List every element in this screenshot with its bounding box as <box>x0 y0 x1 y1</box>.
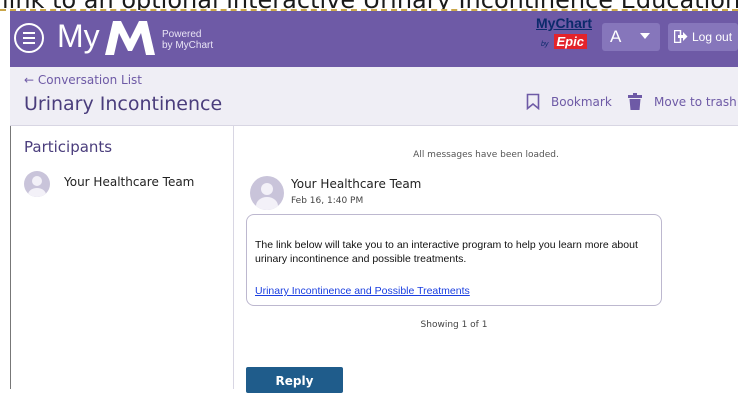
mychart-logo-text: MyChart <box>536 15 593 31</box>
page-title: Urinary Incontinence <box>24 93 223 115</box>
trash-icon <box>628 93 642 110</box>
user-initial: A <box>610 27 622 46</box>
mychart-by-text: by <box>541 41 549 48</box>
participant-name: Your Healthcare Team <box>64 175 195 189</box>
epic-logo-text: Epic <box>553 34 587 49</box>
logout-button[interactable]: Log out <box>668 23 738 51</box>
message-sender: Your Healthcare Team <box>291 177 422 191</box>
account-menu-button[interactable]: A <box>602 23 660 51</box>
conversation-list-link[interactable]: ← Conversation List <box>24 73 142 87</box>
participants-heading: Participants <box>24 138 113 156</box>
showing-count: Showing 1 of 1 <box>420 320 488 330</box>
trash-label: Move to trash <box>654 95 737 109</box>
conversation-subheader: ← Conversation List Urinary Incontinence… <box>10 67 738 126</box>
message-timestamp: Feb 16, 1:40 PM <box>291 196 364 206</box>
reply-button[interactable]: Reply <box>246 367 343 393</box>
person-avatar-icon <box>250 176 284 210</box>
chevron-down-icon <box>640 33 650 39</box>
app-header: My Powered by MyChart MyChart by Epic A … <box>10 11 738 67</box>
education-program-link[interactable]: Urinary Incontinence and Possible Treatm… <box>255 285 470 297</box>
participants-panel: Participants Your Healthcare Team <box>11 126 234 389</box>
bookmark-label: Bookmark <box>551 95 612 109</box>
person-avatar-icon <box>24 171 50 197</box>
message-bubble: The link below will take you to an inter… <box>246 214 662 306</box>
powered-by-label: Powered by MyChart <box>162 29 214 51</box>
bookmark-icon <box>526 93 540 110</box>
hamburger-menu-icon[interactable] <box>14 23 44 53</box>
northwestern-logo <box>105 21 155 55</box>
message-body: The link below will take you to an inter… <box>255 239 638 265</box>
brand-my-text: My <box>57 18 100 54</box>
all-loaded-note: All messages have been loaded. <box>413 150 559 160</box>
mychart-epic-logo: MyChart by Epic <box>536 15 592 59</box>
logout-arrow-icon <box>674 30 688 43</box>
logout-label: Log out <box>692 30 733 44</box>
